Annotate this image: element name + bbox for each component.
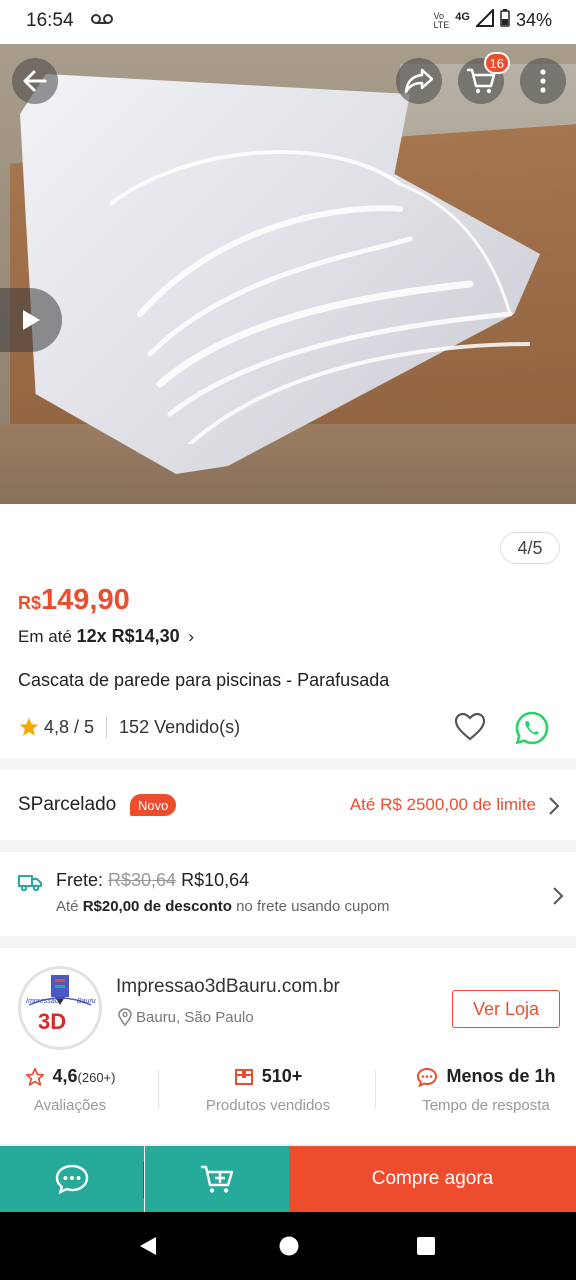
store-response-label: Tempo de resposta: [422, 1097, 550, 1114]
photo-acrylic-waterfall: [110, 150, 530, 444]
discount-suffix: no frete usando cupom: [231, 898, 390, 915]
whatsapp-icon[interactable]: [514, 710, 550, 746]
logo-text-top: Impressão: [26, 998, 59, 1005]
store-rating-value: 4,6: [52, 1066, 78, 1086]
price-currency: R$: [18, 593, 42, 613]
play-video-button[interactable]: [0, 288, 62, 352]
status-time: 16:54: [26, 10, 74, 31]
bottom-action-bar: Compre agora: [0, 1146, 576, 1212]
installment-info[interactable]: Em até 12x R$14,30 ›: [18, 626, 194, 647]
store-stat-sold: 510+ Produtos vendidos: [178, 1066, 358, 1114]
more-vertical-icon: [540, 69, 546, 93]
add-to-cart-button[interactable]: [145, 1146, 289, 1212]
divider: [106, 716, 108, 738]
nav-recents-icon[interactable]: [416, 1236, 436, 1256]
logo-text-main: 3D: [38, 1009, 66, 1034]
image-counter: 4/5: [500, 532, 560, 564]
store-card: Impressão Bauru 3D Impressao3dBauru.com.…: [0, 948, 576, 1144]
nav-home-icon[interactable]: [278, 1235, 300, 1257]
shipping-price: Frete: R$30,64 R$10,64: [56, 870, 249, 891]
store-location-text: Bauru, São Paulo: [136, 1008, 254, 1026]
network-type: 4G: [455, 10, 470, 23]
status-icons: Vo LTE 4G 34%: [433, 7, 552, 32]
shipping-label: Frete:: [56, 870, 109, 890]
system-navigation-bar: [0, 1212, 576, 1280]
logo-text-right: Bauru: [77, 998, 96, 1005]
status-bar: 16:54 Vo LTE 4G 34%: [0, 0, 576, 44]
store-sold-value: 510+: [261, 1066, 303, 1086]
buy-now-button[interactable]: Compre agora: [289, 1146, 576, 1212]
divider: [143, 1162, 144, 1198]
volte-indicator: Vo LTE: [433, 11, 450, 30]
truck-icon: [18, 875, 42, 892]
more-options-button[interactable]: [520, 58, 566, 104]
voicemail-icon: [90, 12, 114, 29]
new-badge: Novo: [130, 794, 177, 816]
sparcelado-label: SParcelado: [18, 794, 117, 815]
location-pin-icon: [118, 1008, 132, 1026]
share-icon: [404, 68, 434, 94]
store-location: Bauru, São Paulo: [118, 1008, 254, 1026]
store-response-value: Menos de 1h: [446, 1066, 556, 1086]
store-sold-label: Produtos vendidos: [205, 1097, 331, 1114]
store-stat-response: Menos de 1h Tempo de resposta: [396, 1066, 576, 1114]
store-name[interactable]: Impressao3dBauru.com.br: [116, 976, 340, 998]
store-logo-image: Impressão Bauru 3D: [26, 975, 96, 1034]
share-button[interactable]: [396, 58, 442, 104]
divider: [375, 1070, 376, 1108]
price-value: 149,90: [41, 584, 130, 616]
heart-icon[interactable]: [454, 712, 486, 742]
star-outline-icon: [25, 1067, 44, 1086]
visit-store-button[interactable]: Ver Loja: [452, 990, 560, 1028]
shipping-old-price: R$30,64: [108, 870, 177, 890]
nav-back-icon[interactable]: [137, 1235, 159, 1257]
chat-bubble-icon: [417, 1067, 438, 1087]
back-button[interactable]: [12, 58, 58, 104]
cart-button[interactable]: 16: [458, 52, 510, 104]
store-logo[interactable]: Impressão Bauru 3D: [18, 966, 102, 1050]
star-icon: [19, 717, 39, 736]
signal-icon: [474, 7, 494, 32]
divider: [158, 1070, 159, 1108]
store-rating-count: (260+): [77, 1070, 116, 1085]
credit-limit: Até R$ 2500,00 de limite: [349, 795, 536, 814]
play-icon: [23, 310, 40, 330]
battery-icon: [500, 9, 510, 32]
shipping-discount: Até R$20,00 de desconto no frete usando …: [56, 898, 390, 915]
store-stat-rating: 4,6(260+) Avaliações: [0, 1066, 160, 1114]
product-price: R$149,90: [18, 584, 130, 617]
product-image[interactable]: 16: [0, 44, 576, 504]
chevron-right-icon: [549, 797, 560, 815]
sparcelado-row[interactable]: SParcelado Novo Até R$ 2500,00 de limite: [0, 770, 576, 840]
shipping-row[interactable]: Frete: R$30,64 R$10,64 Até R$20,00 de de…: [0, 852, 576, 936]
product-title: Cascata de parede para piscinas - Parafu…: [18, 670, 390, 690]
discount-value: R$20,00 de desconto: [82, 898, 232, 915]
product-info: 4/5 R$149,90 Em até 12x R$14,30 › Cascat…: [0, 504, 576, 758]
volte-bottom: LTE: [433, 19, 450, 30]
battery-percent: 34%: [515, 10, 552, 30]
rating-row: 4,8 / 5 152 Vendido(s): [18, 716, 240, 738]
box-icon: [234, 1068, 253, 1085]
store-rating-label: Avaliações: [33, 1097, 107, 1114]
discount-prefix: Até: [56, 898, 83, 915]
chat-icon: [55, 1164, 89, 1195]
arrow-left-icon: [23, 70, 47, 92]
rating-value: 4,8 / 5: [44, 716, 95, 737]
chat-button[interactable]: [0, 1146, 144, 1212]
installment-prefix: Em até: [18, 627, 77, 646]
product-page: 16:54 Vo LTE 4G 34% 16 4/5 R$149,90 Em a…: [0, 0, 576, 1280]
cart-count-badge: 16: [483, 52, 510, 74]
shipping-new-price: R$10,64: [176, 870, 250, 890]
sold-count: 152 Vendido(s): [119, 716, 241, 737]
add-to-cart-icon: [201, 1165, 234, 1193]
installment-value: 12x R$14,30: [76, 626, 180, 646]
chevron-right-icon: [553, 887, 564, 905]
chevron-right-icon: ›: [188, 627, 195, 646]
